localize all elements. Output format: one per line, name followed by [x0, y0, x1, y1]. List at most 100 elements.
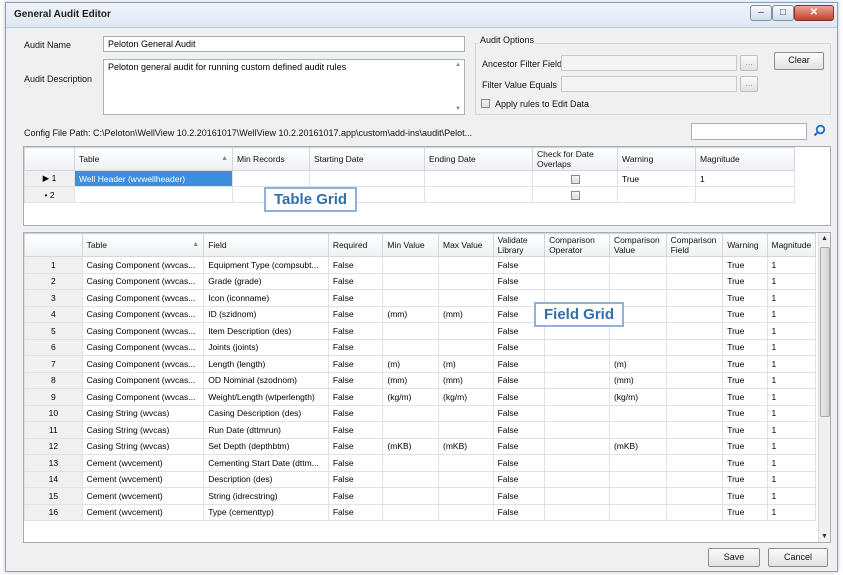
cell-max-value[interactable] [438, 338, 494, 356]
cell-comparison-operator[interactable] [544, 487, 610, 505]
cell-magnitude[interactable]: 1 [766, 470, 816, 488]
cell-table[interactable]: Casing Component (wvcas... [81, 272, 205, 290]
row-number[interactable]: 10 [24, 404, 83, 422]
cell-magnitude[interactable]: 1 [766, 371, 816, 389]
column-header-magnitude[interactable]: Magnitude [695, 147, 795, 171]
cell-max-value[interactable] [438, 503, 494, 521]
cell-comparison-value[interactable] [608, 272, 667, 290]
minimize-button[interactable]: – [750, 5, 772, 21]
filter-value-input[interactable] [561, 76, 737, 92]
cell-required[interactable]: False [327, 454, 384, 472]
table-grid-row[interactable]: ▶ 1 Well Header (wvwellheader) True 1 [24, 170, 795, 187]
cell-min-value[interactable] [382, 289, 439, 307]
cell-field[interactable]: Grade (grade) [203, 272, 329, 290]
cell-warning[interactable]: True [722, 487, 768, 505]
field-grid-scrollbar[interactable]: ▲ ▼ [818, 233, 830, 542]
field-grid-row[interactable]: 5 Casing Component (wvcas... Item Descript… [24, 322, 816, 340]
field-grid-row[interactable]: 16 Cement (wvcement) Type (cementtyp) False… [24, 503, 816, 521]
row-number[interactable]: 6 [24, 338, 83, 356]
cell-table[interactable] [74, 186, 233, 203]
save-button[interactable]: Save [708, 548, 760, 567]
cell-comparison-value[interactable] [608, 454, 667, 472]
cell-validate-library[interactable]: False [492, 338, 546, 356]
cell-field[interactable]: String (idrecstring) [203, 487, 329, 505]
cell-magnitude[interactable]: 1 [766, 421, 816, 439]
cell-table[interactable]: Casing Component (wvcas... [81, 338, 205, 356]
cell-field[interactable]: Weight/Length (wtperlength) [203, 388, 329, 406]
cancel-button[interactable]: Cancel [768, 548, 828, 567]
cell-magnitude[interactable]: 1 [695, 170, 795, 187]
cell-comparison-field[interactable] [665, 256, 724, 274]
cell-warning[interactable]: True [722, 371, 768, 389]
field-grid-row[interactable]: 14 Cement (wvcement) Description (des) Fals… [24, 470, 816, 488]
field-grid-row[interactable]: 3 Casing Component (wvcas... Icon (iconnam… [24, 289, 816, 307]
cell-min-value[interactable] [382, 338, 439, 356]
cell-warning[interactable] [617, 186, 696, 203]
cell-required[interactable]: False [327, 421, 384, 439]
cell-warning[interactable]: True [722, 289, 768, 307]
cell-magnitude[interactable] [695, 186, 795, 203]
cell-max-value[interactable] [438, 487, 494, 505]
field-grid-row[interactable]: 11 Casing String (wvcas) Run Date (dttmrun… [24, 421, 816, 439]
cell-magnitude[interactable]: 1 [766, 355, 816, 373]
cell-max-value[interactable] [438, 272, 494, 290]
cell-required[interactable]: False [327, 305, 384, 323]
cell-required[interactable]: False [327, 404, 384, 422]
cell-min-value[interactable] [382, 256, 439, 274]
column-header-comparison-field[interactable]: Comparison Field [665, 233, 724, 257]
column-header-warning[interactable]: Warning [617, 147, 696, 171]
cell-table[interactable]: Casing String (wvcas) [81, 421, 205, 439]
cell-min-value[interactable]: (mm) [382, 371, 439, 389]
cell-check-date-overlaps[interactable] [532, 186, 618, 203]
cell-field[interactable]: OD Nominal (szodnom) [203, 371, 329, 389]
cell-warning[interactable]: True [722, 322, 768, 340]
cell-field[interactable]: Type (cementtyp) [203, 503, 329, 521]
cell-warning[interactable]: True [617, 170, 696, 187]
cell-required[interactable]: False [327, 355, 384, 373]
cell-comparison-value[interactable]: (kg/m) [608, 388, 667, 406]
field-grid-row[interactable]: 6 Casing Component (wvcas... Joints (joint… [24, 338, 816, 356]
cell-min-value[interactable] [382, 404, 439, 422]
cell-comparison-field[interactable] [665, 272, 724, 290]
cell-magnitude[interactable]: 1 [766, 404, 816, 422]
row-header[interactable]: ▶ 1 [24, 170, 75, 187]
cell-ending-date[interactable] [424, 170, 533, 187]
cell-validate-library[interactable]: False [492, 355, 546, 373]
row-number[interactable]: 4 [24, 305, 83, 323]
cell-validate-library[interactable]: False [492, 371, 546, 389]
cell-warning[interactable]: True [722, 338, 768, 356]
field-grid-row[interactable]: 9 Casing Component (wvcas... Weight/Length… [24, 388, 816, 406]
cell-warning[interactable]: True [722, 355, 768, 373]
cell-warning[interactable]: True [722, 454, 768, 472]
cell-min-value[interactable] [382, 421, 439, 439]
field-grid-row[interactable]: 10 Casing String (wvcas) Casing Descriptio… [24, 404, 816, 422]
ancestor-browse-button[interactable]: ... [740, 55, 758, 71]
cell-field[interactable]: Item Description (des) [203, 322, 329, 340]
cell-warning[interactable]: True [722, 421, 768, 439]
column-header-table[interactable]: Table ▲ [74, 147, 233, 171]
field-grid-row[interactable]: 8 Casing Component (wvcas... OD Nominal (s… [24, 371, 816, 389]
cell-warning[interactable]: True [722, 503, 768, 521]
cell-required[interactable]: False [327, 487, 384, 505]
cell-required[interactable]: False [327, 470, 384, 488]
row-number[interactable]: 14 [24, 470, 83, 488]
cell-min-value[interactable]: (mm) [382, 305, 439, 323]
date-overlaps-checkbox[interactable] [570, 174, 580, 184]
cell-required[interactable]: False [327, 256, 384, 274]
cell-comparison-operator[interactable] [544, 437, 610, 455]
row-number[interactable]: 11 [24, 421, 83, 439]
cell-table[interactable]: Casing Component (wvcas... [81, 322, 205, 340]
row-number[interactable]: 1 [24, 256, 83, 274]
cell-comparison-operator[interactable] [544, 470, 610, 488]
column-header-check-date-overlaps[interactable]: Check for Date Overlaps [532, 147, 618, 171]
column-header-magnitude[interactable]: Magnitude [766, 233, 816, 257]
column-header-comparison-value[interactable]: Comparison Value [608, 233, 667, 257]
cell-comparison-operator[interactable] [544, 454, 610, 472]
cell-validate-library[interactable]: False [492, 272, 546, 290]
cell-min-value[interactable] [382, 322, 439, 340]
cell-table[interactable]: Casing String (wvcas) [81, 437, 205, 455]
cell-max-value[interactable]: (mm) [438, 305, 494, 323]
scroll-up-icon[interactable]: ▲ [821, 235, 828, 242]
cell-field[interactable]: Description (des) [203, 470, 329, 488]
row-number[interactable]: 2 [24, 272, 83, 290]
